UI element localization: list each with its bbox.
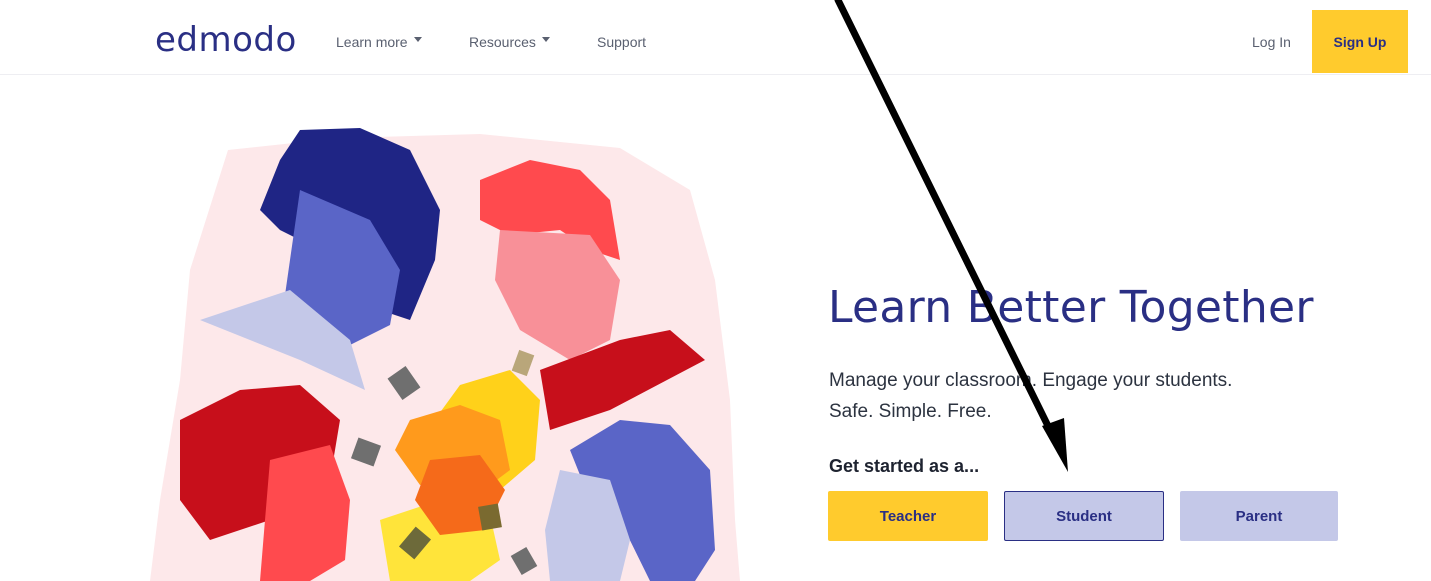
nav-resources-label: Resources [469,34,536,50]
tagline-line-2: Safe. Simple. Free. [829,401,992,422]
edmodo-logo[interactable]: edmodo [155,20,297,60]
login-link[interactable]: Log In [1252,34,1291,50]
nav-learn-more[interactable]: Learn more [336,34,422,50]
nav-learn-more-label: Learn more [336,34,408,50]
get-started-label: Get started as a... [829,456,980,476]
parent-button[interactable]: Parent [1180,491,1338,541]
nav-support[interactable]: Support [597,34,646,50]
chevron-down-icon [541,36,550,42]
page-title: Learn Better Together [828,282,1314,333]
nav-support-label: Support [597,34,647,50]
nav-resources[interactable]: Resources [469,34,550,50]
arrow-head [1042,418,1068,472]
tagline-line-1: Manage your classroom. Engage your stude… [829,370,1233,391]
students-illustration [150,128,740,581]
student-button[interactable]: Student [1004,491,1164,541]
signup-button[interactable]: Sign Up [1312,10,1408,73]
bulb-cap-4 [478,503,502,531]
teacher-button[interactable]: Teacher [828,491,988,541]
chevron-down-icon [413,36,422,42]
person-bottom-left-face [260,445,350,581]
top-navigation-bar: edmodo Learn more Resources Support Log … [0,0,1431,75]
